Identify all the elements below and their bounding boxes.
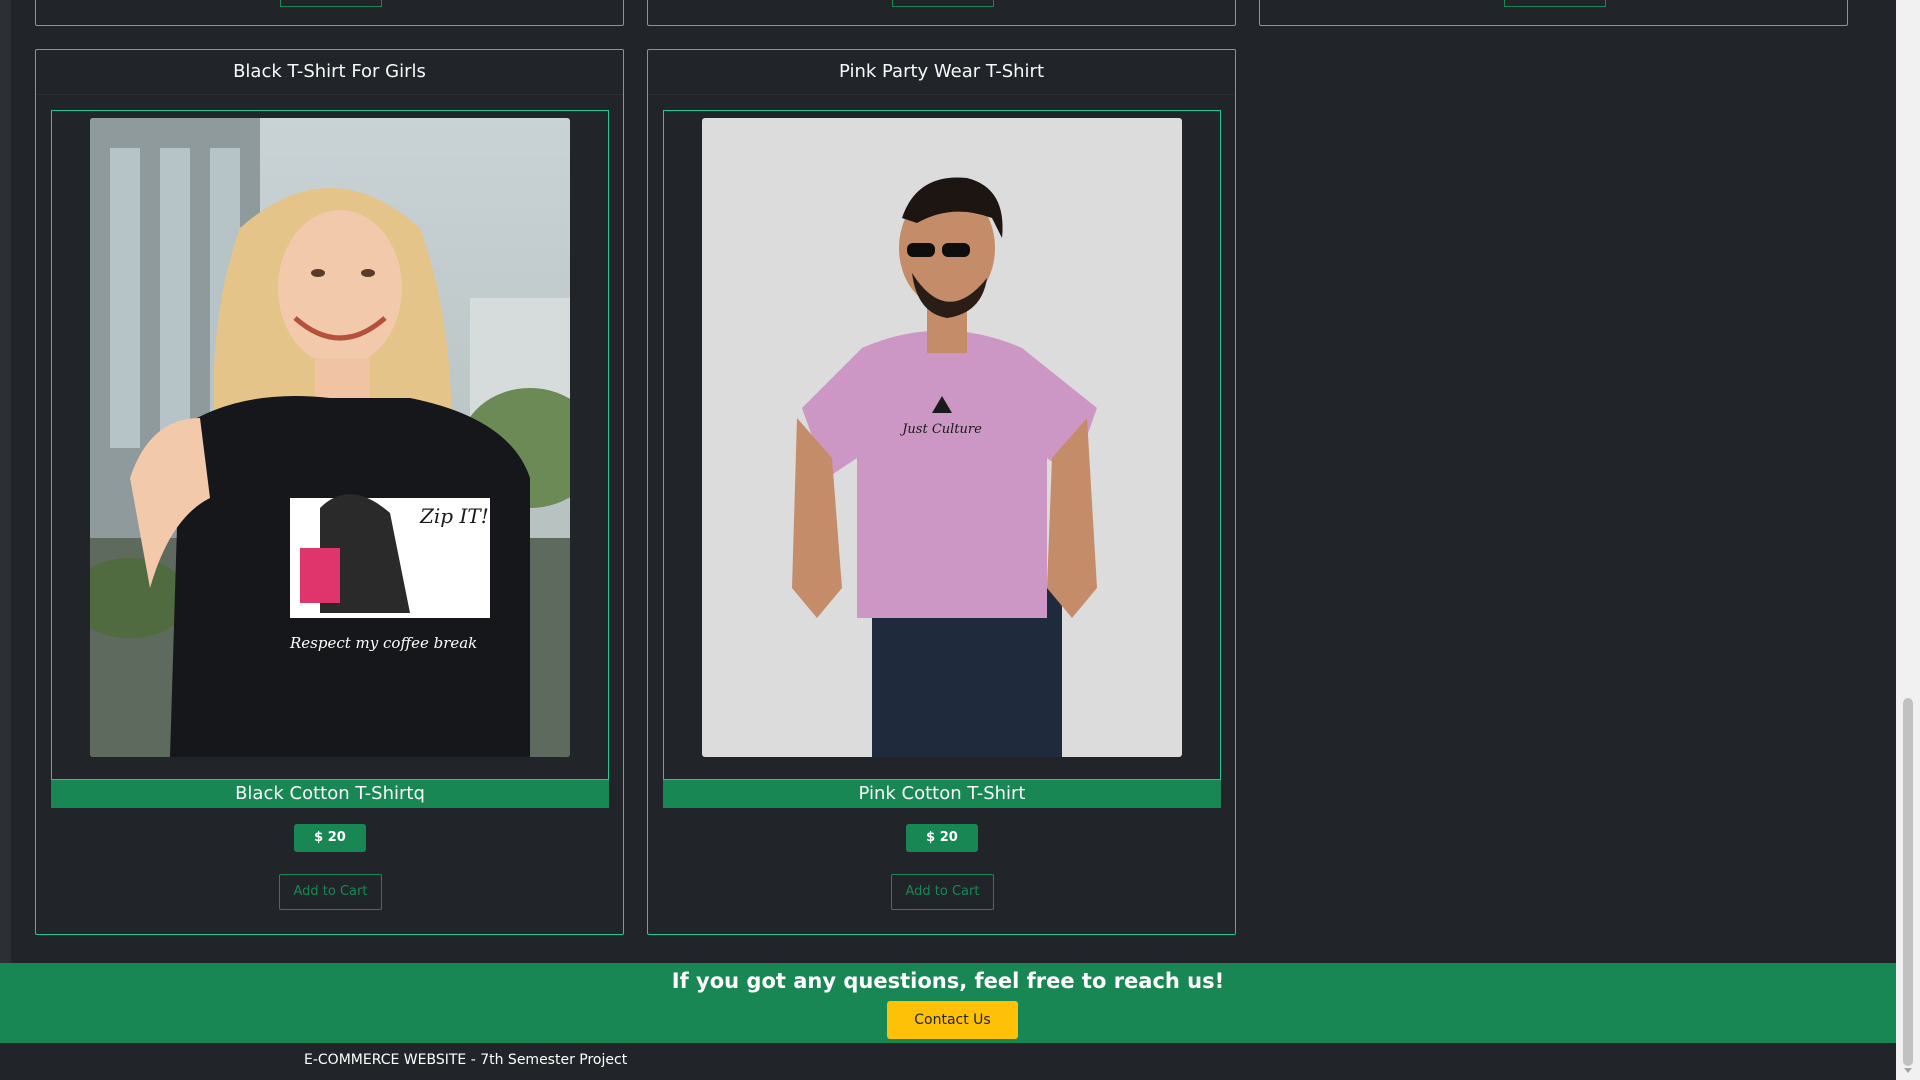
product-image-frame: Just Culture xyxy=(663,110,1221,780)
scrollbar-thumb[interactable] xyxy=(1903,698,1913,1066)
add-to-cart-button-partial[interactable] xyxy=(1504,0,1606,7)
price-badge: $ 20 xyxy=(906,824,978,852)
contact-cta-banner: If you got any questions, feel free to r… xyxy=(0,963,1896,1043)
tee-print-text: Zip IT! xyxy=(419,504,489,528)
product-title: Pink Party Wear T-Shirt xyxy=(648,50,1235,95)
product-card-partial xyxy=(647,0,1236,26)
product-image-frame: Zip IT! Respect my coffee break xyxy=(51,110,609,780)
scroll-down-arrow-icon[interactable] xyxy=(1904,1068,1912,1073)
product-title: Black T-Shirt For Girls xyxy=(36,50,623,95)
product-name-bar: Pink Cotton T-Shirt xyxy=(663,780,1221,808)
man-pink-tshirt-photo: Just Culture xyxy=(702,118,1182,757)
add-to-cart-button-partial[interactable] xyxy=(892,0,994,7)
product-name-bar: Black Cotton T-Shirtq xyxy=(51,780,609,808)
product-card-partial xyxy=(1259,0,1848,26)
product-card-partial xyxy=(35,0,624,26)
cta-heading: If you got any questions, feel free to r… xyxy=(671,969,1225,993)
tee-caption-text: Respect my coffee break xyxy=(289,634,477,652)
tee-print-text: Just Culture xyxy=(899,422,982,437)
left-edge-strip xyxy=(0,0,11,963)
product-card: Black T-Shirt For Girls Zip IT! Respect … xyxy=(35,49,624,935)
contact-us-button[interactable]: Contact Us xyxy=(887,1001,1018,1039)
girl-tshirt-photo: Zip IT! Respect my coffee break xyxy=(90,118,570,757)
product-card: Pink Party Wear T-Shirt Just Culture Pin… xyxy=(647,49,1236,935)
price-badge: $ 20 xyxy=(294,824,366,852)
add-to-cart-button[interactable]: Add to Cart xyxy=(891,874,994,910)
page-scrollbar[interactable] xyxy=(1896,0,1920,1080)
product-image[interactable]: Just Culture xyxy=(702,118,1182,757)
add-to-cart-button-partial[interactable] xyxy=(280,0,382,7)
footer-text: E-COMMERCE WEBSITE - 7th Semester Projec… xyxy=(304,1052,628,1068)
product-grid: Black T-Shirt For Girls Zip IT! Respect … xyxy=(11,0,1896,963)
site-footer: E-COMMERCE WEBSITE - 7th Semester Projec… xyxy=(0,1043,1896,1080)
add-to-cart-button[interactable]: Add to Cart xyxy=(279,874,382,910)
page: Black T-Shirt For Girls Zip IT! Respect … xyxy=(0,0,1896,1080)
product-image[interactable]: Zip IT! Respect my coffee break xyxy=(90,118,570,757)
